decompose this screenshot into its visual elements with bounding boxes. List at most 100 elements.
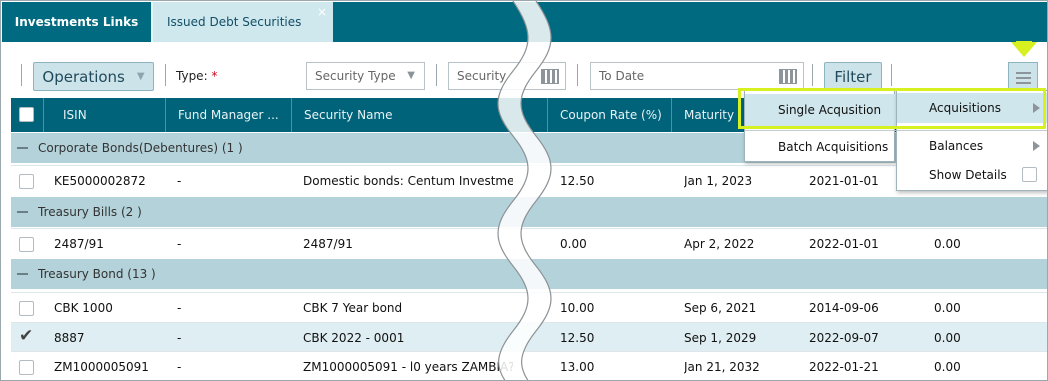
table-row[interactable]: 2487/91 - 2487/91 0.00 Apr 2, 2022 2022-… (11, 228, 1047, 258)
filter-button[interactable]: Filter (824, 62, 882, 91)
cell-security-name: Domestic bonds: Centum Investme (303, 174, 513, 188)
collapse-icon[interactable] (17, 211, 28, 213)
cell-isin: 2487/91 (54, 237, 104, 251)
row-checkbox[interactable] (19, 360, 34, 375)
cell-isin: 8887 (54, 331, 85, 345)
cell-issue-date: 2021-01-01 (809, 174, 879, 188)
cell-maturity: Sep 6, 2021 (684, 301, 757, 315)
cell-coupon-rate: 10.00 (560, 301, 595, 315)
chevron-down-icon: ▼ (407, 70, 415, 81)
cell-isin: CBK 1000 (54, 301, 113, 315)
menu-item-show-details[interactable]: Show Details (897, 160, 1047, 190)
column-isin-label: ISIN (63, 108, 87, 122)
column-coupon-rate[interactable]: Coupon Rate (%) (548, 98, 672, 132)
security-type-placeholder: Security Type (315, 69, 396, 83)
menu-item-balances[interactable]: Balances (897, 130, 1047, 160)
column-fund-manager-label: Fund Manager ... (178, 108, 279, 122)
menu-line (1016, 77, 1031, 79)
hamburger-menu-button[interactable] (1008, 62, 1038, 91)
menu-item-batch-acquisitions[interactable]: Batch Acquisitions (745, 130, 896, 162)
cell-coupon-rate: 0.00 (560, 237, 587, 251)
cell-security-name: ZM1000005091 - l0 years ZAMBIA? (303, 360, 513, 374)
cell-maturity: Jan 21, 2032 (684, 360, 760, 374)
cell-coupon-rate: 12.50 (560, 331, 595, 345)
row-checkbox[interactable] (19, 237, 34, 252)
row-checkbox[interactable] (19, 174, 34, 189)
column-maturity-label: Maturity (684, 108, 735, 122)
show-details-checkbox[interactable] (1022, 167, 1037, 182)
group-label: Corporate Bonds(Debentures) (1 ) (38, 141, 243, 155)
tab-issued-debt-securities[interactable]: Issued Debt Securities × (153, 2, 333, 42)
chevron-right-icon (1033, 141, 1040, 151)
to-date-input[interactable]: To Date (590, 62, 804, 90)
cell-maturity: Apr 2, 2022 (684, 237, 755, 251)
cell-fund-manager: - (177, 360, 182, 374)
calendar-icon[interactable] (779, 69, 797, 84)
cell-issue-date: 2022-09-07 (809, 331, 879, 345)
row-checkbox[interactable] (19, 301, 34, 316)
operations-label: Operations (42, 67, 125, 86)
cell-security-name: 2487/91 (303, 237, 353, 251)
to-date-placeholder: To Date (599, 69, 645, 83)
cell-issue-date: 2014-09-06 (809, 301, 879, 315)
toolbar-divider (165, 64, 166, 86)
cell-extra-value: 0.00 (934, 301, 961, 315)
cell-fund-manager: - (177, 331, 182, 345)
group-row-treasury-bond[interactable]: Treasury Bond (13 ) (11, 259, 1047, 289)
menu-item-show-details-label: Show Details (929, 168, 1007, 182)
check-icon[interactable]: ✔ (19, 326, 34, 346)
cell-issue-date: 2022-01-01 (809, 237, 879, 251)
type-label-text: Type: (176, 69, 208, 83)
cell-extra-value: 0.00 (934, 331, 961, 345)
cell-maturity: Jan 1, 2023 (684, 174, 753, 188)
cell-coupon-rate: 13.00 (560, 360, 595, 374)
column-isin[interactable]: ISIN (44, 98, 166, 132)
table-row[interactable]: KE5000002872 - Domestic bonds: Centum In… (11, 165, 1047, 195)
cell-extra-value: 0.00 (934, 237, 961, 251)
highlight-box (738, 88, 1046, 129)
app-frame: Investments Links Issued Debt Securities… (0, 0, 1048, 381)
operations-button[interactable]: Operations ▼ (33, 62, 154, 91)
column-security-name[interactable]: Security Name (292, 98, 548, 132)
cell-maturity: Sep 1, 2029 (684, 331, 757, 345)
menu-line (1016, 72, 1031, 74)
menu-item-balances-label: Balances (929, 138, 984, 153)
group-row-treasury-bills[interactable]: Treasury Bills (2 ) (11, 197, 1047, 227)
column-fund-manager[interactable]: Fund Manager ... (166, 98, 292, 132)
table-row[interactable]: CBK 1000 - CBK 7 Year bond 10.00 Sep 6, … (11, 292, 1047, 322)
cell-coupon-rate: 12.50 (560, 174, 595, 188)
grid-picker-icon[interactable] (541, 69, 559, 84)
collapse-icon[interactable] (17, 147, 28, 149)
select-all-checkbox[interactable] (19, 107, 34, 122)
group-label: Treasury Bills (2 ) (38, 205, 142, 219)
column-coupon-rate-label: Coupon Rate (%) (560, 108, 662, 122)
toolbar-divider (812, 64, 813, 86)
cell-issue-date: 2022-01-21 (809, 360, 879, 374)
pointer-arrow-head-icon (1011, 42, 1037, 57)
tab-issued-debt-securities-label: Issued Debt Securities (167, 15, 302, 29)
cell-fund-manager: - (177, 237, 182, 251)
table-row[interactable]: ZM1000005091 - ZM1000005091 - l0 years Z… (11, 351, 1047, 380)
table-row-selected[interactable]: ✔ 8887 - CBK 2022 - 0001 12.50 Sep 1, 20… (11, 322, 1047, 352)
cell-fund-manager: - (177, 174, 182, 188)
toolbar-divider (577, 64, 578, 86)
security-placeholder: Security (457, 69, 507, 83)
security-input[interactable]: Security (448, 62, 566, 90)
cell-isin: ZM1000005091 (54, 360, 149, 374)
group-label: Treasury Bond (13 ) (38, 267, 156, 281)
toolbar-divider (21, 64, 22, 86)
chevron-down-icon: ▼ (136, 71, 145, 82)
toolbar-divider (891, 64, 892, 86)
cell-fund-manager: - (177, 301, 182, 315)
security-type-select[interactable]: Security Type ▼ (306, 62, 425, 90)
cell-extra-value: 0.00 (934, 360, 961, 374)
menu-line (1016, 82, 1031, 84)
select-all-column (11, 98, 44, 132)
close-icon[interactable]: × (317, 5, 327, 19)
tab-investments-links[interactable]: Investments Links (2, 2, 151, 42)
collapse-icon[interactable] (17, 273, 28, 275)
column-security-name-label: Security Name (304, 108, 393, 122)
toolbar-divider (436, 64, 437, 86)
type-label: Type: * (176, 69, 217, 83)
tab-bar: Investments Links Issued Debt Securities… (2, 2, 1047, 42)
